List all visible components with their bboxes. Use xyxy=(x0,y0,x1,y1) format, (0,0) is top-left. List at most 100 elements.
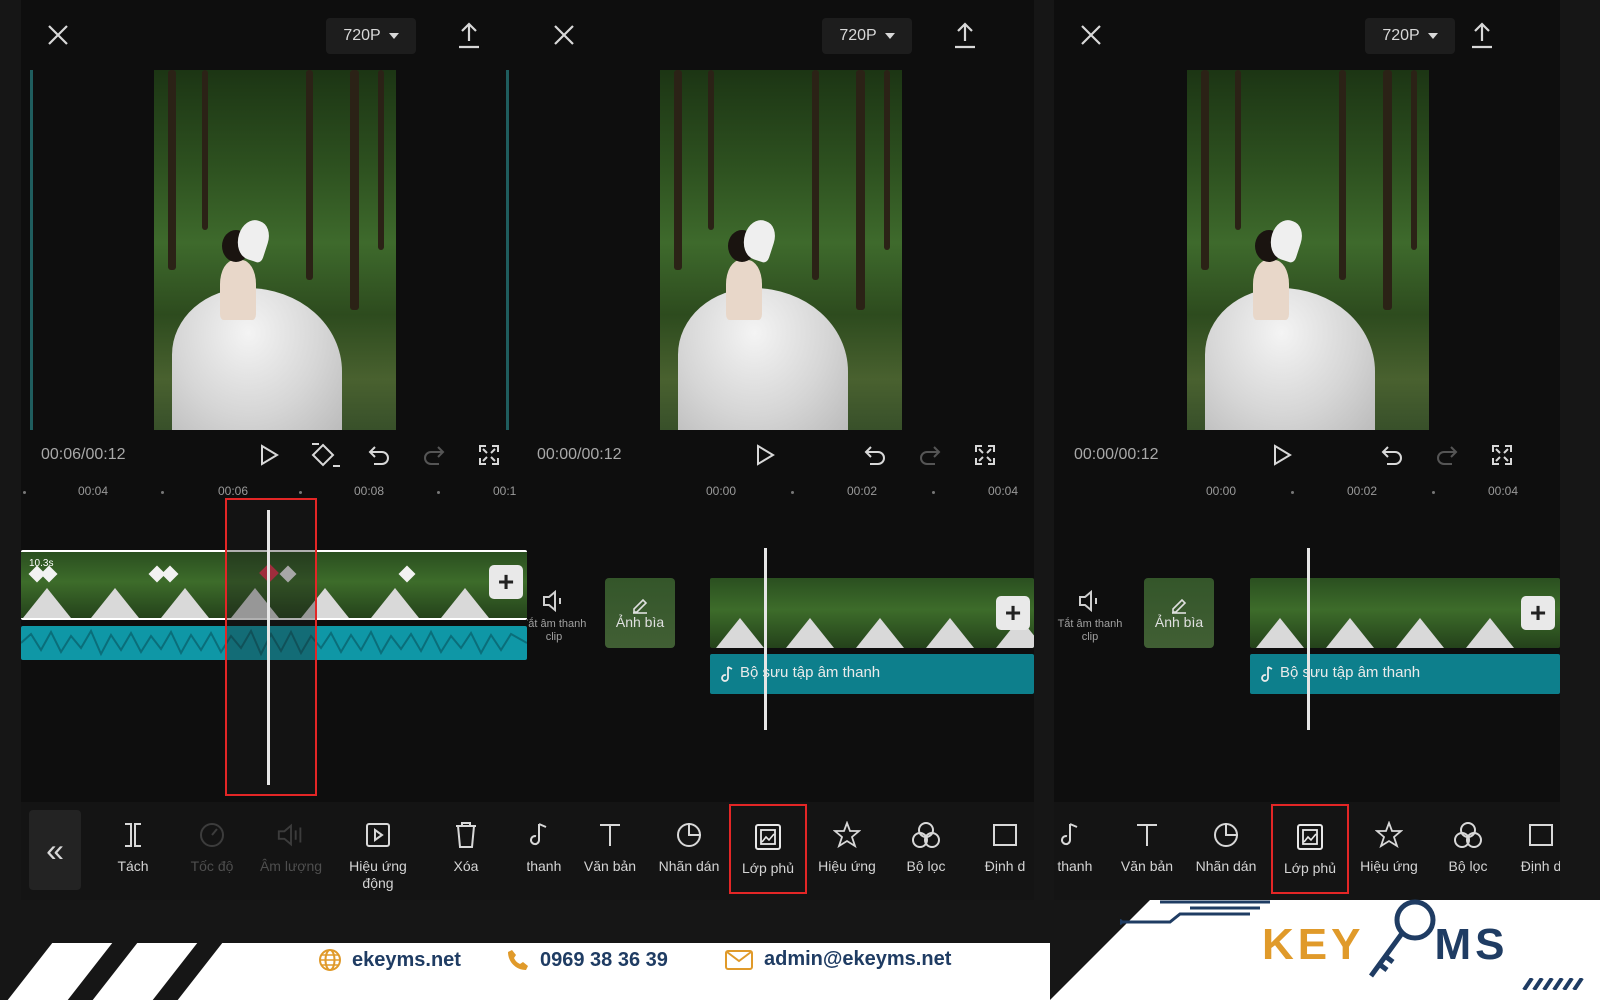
resolution-dropdown[interactable]: 720P xyxy=(822,18,912,54)
cover-button[interactable]: Ảnh bìa xyxy=(605,578,675,648)
caret-down-icon xyxy=(884,33,895,39)
redo-icon[interactable] xyxy=(915,440,945,470)
video-clip[interactable] xyxy=(710,578,1034,648)
keyframe-icon[interactable] xyxy=(308,440,344,470)
play-icon[interactable] xyxy=(1267,440,1297,470)
playhead[interactable] xyxy=(764,548,767,730)
playhead[interactable] xyxy=(1307,548,1310,730)
playhead[interactable] xyxy=(267,510,270,785)
tool-label: Lớp phủ xyxy=(1283,860,1336,876)
tree-trunk xyxy=(674,70,682,270)
tool-filter[interactable]: Bộ lọc xyxy=(1429,802,1507,900)
tool-volume[interactable]: Âm lượng xyxy=(252,802,330,900)
redo-icon[interactable] xyxy=(419,440,449,470)
tool-animation[interactable]: Hiệu ứng động xyxy=(339,802,417,900)
overlay-icon xyxy=(1295,822,1325,852)
timeline[interactable]: 10.3s + xyxy=(21,498,527,800)
cover-button[interactable]: Ảnh bìa xyxy=(1144,578,1214,648)
audio-track-label: Bộ sưu tập âm thanh xyxy=(1280,664,1421,681)
website-contact[interactable]: ekeyms.net xyxy=(318,948,461,972)
mute-clip-button[interactable]: Tắt âm thanh clip xyxy=(1055,590,1125,644)
add-clip-button[interactable]: + xyxy=(996,596,1030,630)
email-contact[interactable]: admin@ekeyms.net xyxy=(724,948,951,971)
tool-label: Hiệu ứng xyxy=(818,858,876,874)
tool-delete[interactable]: Xóa xyxy=(427,802,505,900)
tool-split[interactable]: Tách xyxy=(94,802,172,900)
tree-trunk xyxy=(168,70,176,270)
overlay-icon xyxy=(753,822,783,852)
video-clip[interactable] xyxy=(1250,578,1560,648)
mute-clip-label: Tắt âm thanh clip xyxy=(527,618,587,643)
phone-contact[interactable]: 0969 38 36 39 xyxy=(506,948,668,972)
editor-panel-3: 720P 00:00/00:12 00:00 00:02 00:04 Tắt â… xyxy=(1054,0,1560,900)
tool-format[interactable]: Định d xyxy=(966,802,1034,900)
undo-icon[interactable] xyxy=(364,440,394,470)
add-clip-button[interactable]: + xyxy=(489,565,523,599)
audio-track[interactable]: Bộ sưu tập âm thanh xyxy=(710,654,1034,694)
tool-label: Định d xyxy=(1520,858,1560,874)
undo-icon[interactable] xyxy=(1377,440,1407,470)
tool-format[interactable]: Định d xyxy=(1502,802,1560,900)
close-icon[interactable] xyxy=(41,18,75,52)
timeline[interactable]: Tắt âm thanh clip Ảnh bìa + Bộ sưu tập â… xyxy=(1054,510,1560,800)
export-icon[interactable] xyxy=(452,18,486,52)
add-clip-button[interactable]: + xyxy=(1521,596,1555,630)
volume-icon xyxy=(276,820,306,850)
mute-clip-button[interactable]: Tắt âm thanh clip xyxy=(527,590,589,644)
ruler-tick: 00:00 xyxy=(706,484,737,498)
collapse-chevron-icon[interactable]: « xyxy=(29,810,81,890)
timeline[interactable]: Tắt âm thanh clip Ảnh bìa + Bộ sưu tập â… xyxy=(527,510,1034,800)
video-preview[interactable] xyxy=(154,70,396,430)
video-preview[interactable] xyxy=(1187,70,1429,430)
music-note-icon xyxy=(1054,820,1084,850)
tool-audio[interactable]: n thanh xyxy=(1054,802,1108,900)
close-icon[interactable] xyxy=(547,18,581,52)
tool-label: Văn bản xyxy=(583,858,637,874)
tool-audio[interactable]: n thanh xyxy=(527,802,577,900)
format-icon xyxy=(990,820,1020,850)
fullscreen-icon[interactable] xyxy=(1487,440,1517,470)
export-icon[interactable] xyxy=(1465,18,1499,52)
tool-overlay[interactable]: Lớp phủ xyxy=(1271,804,1349,894)
tool-overlay[interactable]: Lớp phủ xyxy=(729,804,807,894)
tool-text[interactable]: Văn bản xyxy=(1108,802,1186,900)
fullscreen-icon[interactable] xyxy=(970,440,1000,470)
play-icon[interactable] xyxy=(750,440,780,470)
time-ruler: 00:00 00:02 00:04 xyxy=(1054,480,1560,510)
export-icon[interactable] xyxy=(948,18,982,52)
clip-thumb xyxy=(716,618,764,648)
bride-body xyxy=(1253,260,1289,320)
edge-line xyxy=(30,70,33,430)
resolution-dropdown[interactable]: 720P xyxy=(326,18,416,54)
play-icon[interactable] xyxy=(254,440,284,470)
caret-down-icon xyxy=(388,33,399,39)
clip-thumb xyxy=(91,588,139,618)
tool-label: Hiệu ứng xyxy=(1360,858,1418,874)
resolution-label: 720P xyxy=(1382,27,1420,44)
top-bar: 720P xyxy=(21,0,527,70)
video-preview[interactable] xyxy=(660,70,902,430)
tool-effects[interactable]: Hiệu ứng xyxy=(1350,802,1428,900)
time-ruler: 00:00 00:02 00:04 xyxy=(527,480,1034,510)
editor-panel-2: 720P 00:00/00:12 00:00 00:02 00:04 Tắt â… xyxy=(527,0,1034,900)
tool-speed[interactable]: Tốc độ xyxy=(173,802,251,900)
tool-sticker[interactable]: Nhãn dán xyxy=(1187,802,1265,900)
filter-icon xyxy=(911,820,941,850)
effects-icon xyxy=(1374,820,1404,850)
ruler-tick: 00:1 xyxy=(493,484,517,498)
tool-text[interactable]: Văn bản xyxy=(571,802,649,900)
tool-filter[interactable]: Bộ lọc xyxy=(887,802,965,900)
audio-track[interactable]: Bộ sưu tập âm thanh xyxy=(1250,654,1560,694)
undo-icon[interactable] xyxy=(860,440,890,470)
close-icon[interactable] xyxy=(1074,18,1108,52)
bride-body xyxy=(220,260,256,320)
top-bar: 720P xyxy=(1054,0,1560,70)
resolution-dropdown[interactable]: 720P xyxy=(1365,18,1455,54)
pencil-icon xyxy=(633,598,648,614)
key-logo-icon xyxy=(1368,899,1436,978)
redo-icon[interactable] xyxy=(1432,440,1462,470)
tool-sticker[interactable]: Nhãn dán xyxy=(650,802,728,900)
top-bar: 720P xyxy=(527,0,1034,70)
tool-effects[interactable]: Hiệu ứng xyxy=(808,802,886,900)
fullscreen-icon[interactable] xyxy=(474,440,504,470)
